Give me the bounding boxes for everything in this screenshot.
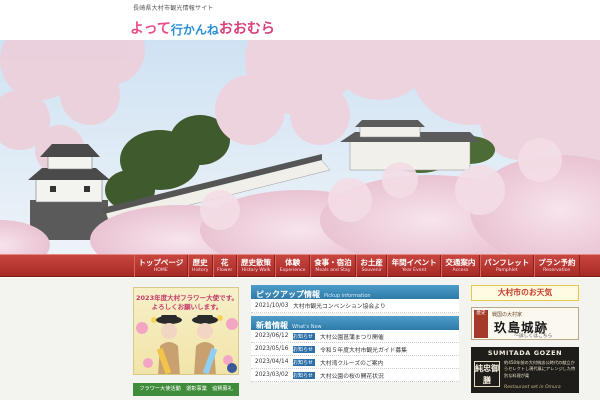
news-item-title: 令和５年度大村市観光ガイド募集 — [320, 347, 407, 354]
nav-label-en: Year Event — [401, 268, 427, 273]
nav-item-history[interactable]: 歴史 History — [187, 255, 213, 277]
hero-image-cherry-blossom-castle — [0, 40, 600, 254]
nav-item-experience[interactable]: 体験 Experience — [275, 255, 310, 277]
nav-label: 歴史散策 — [241, 258, 272, 267]
sumitada-banner-mark: 純忠御膳 — [474, 361, 500, 387]
ambassador-photo — [136, 315, 238, 374]
nav-label-en: Access — [452, 268, 469, 273]
nav-label: 交通案内 — [445, 258, 476, 267]
flower-ambassador-banner[interactable]: 2023年度大村フラワー大使です。 よろしくお願いします。 — [133, 287, 239, 375]
pickup-item-title: 大村市観光コンベンション協会より — [293, 304, 386, 310]
news-category-badge: お知らせ — [293, 371, 315, 379]
nav-label: 食事・宿泊 — [314, 258, 352, 267]
nav-label-en: Meals and Stay — [315, 268, 351, 273]
logo-part-1: よって — [130, 21, 171, 37]
nav-label-en: History Walk — [241, 268, 271, 273]
nav-label: トップページ — [138, 258, 184, 267]
nav-label-en: Pamphlet — [495, 268, 518, 273]
news-date: 2023/05/16 — [255, 346, 289, 352]
pickup-date: 2021/10/03 — [255, 302, 289, 309]
right-column: 大村市のお天気 歴史 戦国の大村家 玖島城跡 ～詳しくはこちら SUMITADA… — [471, 285, 579, 393]
page: 長崎県大村市観光情報サイト よって 行かんね おおむら トップページ HOME … — [0, 0, 600, 400]
logo-part-2: 行かんね — [170, 23, 219, 37]
nav-item-meals-stay[interactable]: 食事・宿泊 Meals and Stay — [309, 255, 357, 277]
nav-item-pamphlet[interactable]: パンフレット Pamphlet — [479, 255, 534, 277]
nav-label-en: Reservation — [543, 268, 571, 273]
weather-link[interactable]: 大村市のお天気 — [471, 285, 579, 301]
news-item-title: 大村公園菖蒲まつり開催 — [320, 334, 384, 341]
pickup-title: ピックアップ情報 — [256, 290, 320, 299]
news-item[interactable]: 2023/06/12 お知らせ 大村公園菖蒲まつり開催 — [251, 330, 459, 343]
global-nav: トップページ HOME 歴史 History 花 Flower 歴史散策 History… — [0, 254, 600, 277]
news-item[interactable]: 2023/04/14 お知らせ 大村湾クルーズのご案内 — [251, 356, 459, 369]
nav-item-home[interactable]: トップページ HOME — [134, 255, 188, 277]
hero-illustration — [0, 40, 600, 254]
nav-label-en: HOME — [153, 268, 168, 273]
center-column: ピックアップ情報 Pickup information 2021/10/03 大村… — [251, 285, 459, 382]
nav-item-souvenir[interactable]: お土産 Souvenir — [356, 255, 388, 277]
site-logo[interactable]: よって 行かんね おおむら — [130, 12, 275, 36]
pickup-title-en: Pickup information — [324, 293, 371, 299]
nav-item-year-event[interactable]: 年間イベント Year Event — [387, 255, 442, 277]
castle-banner-more-link: ～詳しくはこちら — [514, 334, 553, 339]
sumitada-banner-english: Restaurant set in Omura — [504, 385, 561, 390]
sumitada-banner-description: 約450年前の大村純忠公時代の献立からセレクトし現代風にアレンジした特別な料理が… — [504, 360, 576, 378]
sumitada-banner-title: SUMITADA GOZEN — [487, 349, 563, 357]
news-date: 2023/06/12 — [255, 333, 289, 339]
left-column: 2023年度大村フラワー大使です。 よろしくお願いします。 フラワー大使活動 選… — [133, 287, 239, 396]
news-item[interactable]: 2023/03/02 お知らせ 大村公園の桜の開花状況 — [251, 369, 459, 382]
castle-banner-side-label: 歴史 — [474, 310, 488, 338]
nav-label: プラン予約 — [538, 258, 576, 267]
pickup-header: ピックアップ情報 Pickup information — [251, 285, 459, 299]
nav-label-en: Experience — [279, 268, 306, 273]
news-header: 新着情報 What's New — [251, 316, 459, 330]
logo-part-3: おおむら — [218, 21, 275, 37]
news-title-en: What's New — [292, 324, 322, 330]
pickup-item[interactable]: 2021/10/03 大村市観光コンベンション協会より — [251, 299, 459, 313]
nav-label-en: Souvenir — [361, 268, 382, 273]
nav-label: 花 — [220, 258, 229, 267]
news-item-title: 大村湾クルーズのご案内 — [320, 360, 384, 367]
news-title: 新着情報 — [256, 321, 288, 330]
nav-label: パンフレット — [484, 258, 530, 267]
nav-label: 体験 — [285, 258, 301, 267]
nav-label-en: Flower — [217, 268, 233, 273]
nav-label: 年間イベント — [391, 258, 437, 267]
news-category-badge: お知らせ — [293, 358, 315, 366]
nav-item-history-walk[interactable]: 歴史散策 History Walk — [236, 255, 276, 277]
sumitada-gozen-banner[interactable]: SUMITADA GOZEN 純忠御膳 約450年前の大村純忠公時代の献立からセ… — [471, 347, 579, 393]
nav-label: お土産 — [360, 258, 383, 267]
news-item-title: 大村公園の桜の開花状況 — [320, 373, 384, 380]
nav-label-en: History — [191, 268, 209, 273]
site-header: 長崎県大村市観光情報サイト よって 行かんね おおむら — [0, 0, 600, 40]
news-item[interactable]: 2023/05/16 お知らせ 令和５年度大村市観光ガイド募集 — [251, 343, 459, 356]
nav-label: 歴史 — [192, 258, 208, 267]
news-category-badge: お知らせ — [293, 332, 315, 340]
nav-item-reservation[interactable]: プラン予約 Reservation — [533, 255, 580, 277]
global-nav-items: トップページ HOME 歴史 History 花 Flower 歴史散策 History… — [134, 255, 580, 277]
news-date: 2023/04/14 — [255, 359, 289, 365]
news-date: 2023/03/02 — [255, 372, 289, 378]
kushima-castle-banner[interactable]: 歴史 戦国の大村家 玖島城跡 ～詳しくはこちら — [471, 307, 579, 340]
site-tagline: 長崎県大村市観光情報サイト — [133, 5, 214, 12]
nav-item-access[interactable]: 交通案内 Access — [441, 255, 480, 277]
nav-item-flower[interactable]: 花 Flower — [212, 255, 237, 277]
ambassador-links-bar[interactable]: フラワー大使活動 選彰事業 協賛募礼 — [133, 383, 239, 396]
news-category-badge: お知らせ — [293, 345, 315, 353]
